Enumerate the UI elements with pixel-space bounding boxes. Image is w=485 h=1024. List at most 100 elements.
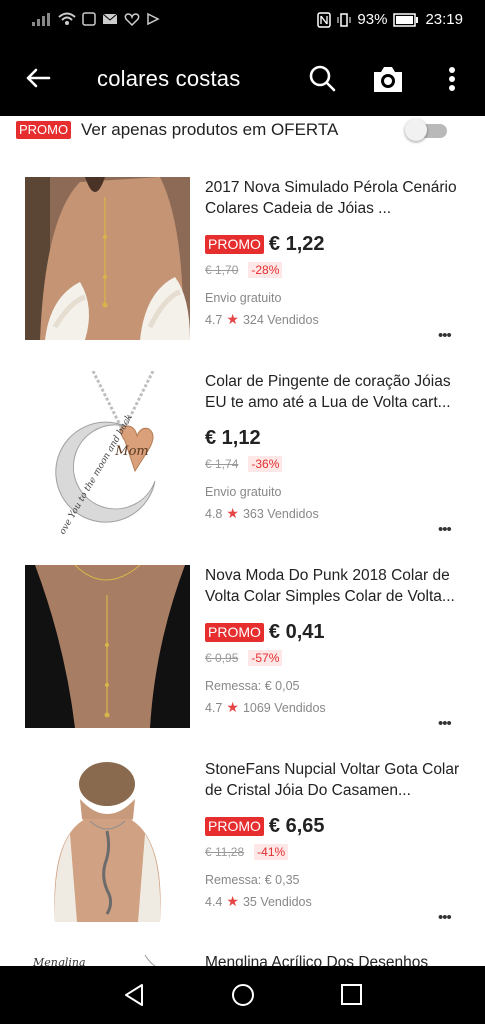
shipping-info: Remessa: € 0,05 <box>205 679 300 693</box>
original-price-row: € 1,70 -28% <box>205 261 465 279</box>
rating-row: 4.7 ★ 324 Vendidos <box>205 311 465 328</box>
product-image-text: Menglina <box>32 956 86 966</box>
wifi-icon <box>58 12 76 25</box>
discount-badge: -41% <box>254 844 289 860</box>
nav-home-button[interactable] <box>230 983 256 1012</box>
product-item[interactable]: Menglina Menglina Acrílico Dos Desenhos <box>0 953 485 966</box>
product-item[interactable]: 2017 Nova Simulado Pérola Cenário Colare… <box>0 177 485 371</box>
star-icon: ★ <box>226 311 239 327</box>
shipping-info: Remessa: € 0,35 <box>205 873 300 887</box>
rating-row: 4.7 ★ 1069 Vendidos <box>205 699 465 716</box>
circle-home-icon <box>232 984 254 1006</box>
price-row: PROMO € 6,65 <box>205 814 465 838</box>
status-icons-right: 93% 23:19 <box>317 11 463 28</box>
product-image[interactable] <box>25 177 190 340</box>
status-bar: 93% 23:19 <box>0 0 485 40</box>
mail-icon <box>102 13 118 24</box>
product-price: € 1,12 <box>205 426 261 449</box>
product-more-button[interactable]: ••• <box>438 909 458 926</box>
price-row: PROMO € 0,41 <box>205 620 465 644</box>
star-icon: ★ <box>226 505 239 521</box>
notification-app-icon <box>82 12 96 26</box>
product-name[interactable]: Menglina Acrílico Dos Desenhos <box>205 953 465 966</box>
promo-badge: PROMO <box>205 234 264 254</box>
nfc-icon <box>317 11 332 28</box>
product-more-button[interactable]: ••• <box>438 521 458 538</box>
sold-count: 363 Vendidos <box>242 506 319 521</box>
promo-badge: PROMO <box>16 121 72 139</box>
original-price: € 1,74 <box>205 457 239 471</box>
nav-recents-button[interactable] <box>339 983 365 1012</box>
shipping-info: Envio gratuito <box>205 291 282 305</box>
arrow-left-icon <box>26 68 51 88</box>
product-price: € 0,41 <box>268 620 325 643</box>
battery-percent: 93% <box>357 11 388 28</box>
promo-filter-row: PROMO Ver apenas produtos em OFERTA <box>0 116 485 146</box>
product-image[interactable] <box>25 759 190 922</box>
product-info: StoneFans Nupcial Voltar Gota Colar de C… <box>205 759 465 910</box>
app-bar: colares costas <box>0 40 485 116</box>
vibrate-icon <box>337 12 351 27</box>
promo-badge: PROMO <box>205 622 264 642</box>
product-item[interactable]: StoneFans Nupcial Voltar Gota Colar de C… <box>0 759 485 953</box>
product-item[interactable]: Mom I Love You to the moon and back Cola… <box>0 371 485 565</box>
rating-value: 4.7 <box>205 700 223 715</box>
original-price-row: € 1,74 -36% <box>205 455 465 473</box>
battery-icon <box>393 12 419 27</box>
product-image[interactable]: Menglina <box>25 953 190 966</box>
camera-search-button[interactable] <box>370 62 406 96</box>
heart-icon <box>124 13 140 26</box>
price-row: PROMO € 1,22 <box>205 232 465 256</box>
sold-count: 324 Vendidos <box>242 312 319 327</box>
square-recents-icon <box>341 984 362 1005</box>
system-navigation-bar <box>0 966 485 1024</box>
search-button[interactable] <box>306 62 340 96</box>
product-more-button[interactable]: ••• <box>438 327 458 344</box>
back-button[interactable] <box>22 62 54 94</box>
discount-badge: -57% <box>248 650 283 666</box>
toggle-knob <box>405 119 427 141</box>
rating-value: 4.7 <box>205 312 223 327</box>
product-info: Menglina Acrílico Dos Desenhos <box>205 953 465 966</box>
star-icon: ★ <box>226 893 239 909</box>
pendant-heart-text: Mom <box>114 444 148 459</box>
rating-row: 4.4 ★ 35 Vendidos <box>205 893 465 910</box>
product-more-button[interactable]: ••• <box>438 715 458 732</box>
product-price: € 6,65 <box>268 814 325 837</box>
star-icon: ★ <box>226 699 239 715</box>
product-image[interactable] <box>25 565 190 728</box>
original-price: € 11,28 <box>205 845 245 859</box>
sold-count: 35 Vendidos <box>242 894 312 909</box>
clock: 23:19 <box>425 11 463 28</box>
shipping-info: Envio gratuito <box>205 485 282 499</box>
product-info: Nova Moda Do Punk 2018 Colar de Volta Co… <box>205 565 465 716</box>
promo-badge: PROMO <box>205 816 264 836</box>
product-image[interactable]: Mom I Love You to the moon and back <box>25 371 190 534</box>
original-price-row: € 0,95 -57% <box>205 649 465 667</box>
price-row: € 1,12 <box>205 426 465 450</box>
discount-badge: -28% <box>248 262 283 278</box>
product-info: Colar de Pingente de coração Jóias EU te… <box>205 371 465 522</box>
promo-filter-toggle[interactable] <box>405 119 449 141</box>
nav-back-button[interactable] <box>122 983 148 1012</box>
camera-icon <box>374 67 402 92</box>
product-price: € 1,22 <box>268 232 325 255</box>
rating-value: 4.8 <box>205 506 223 521</box>
triangle-back-icon <box>125 984 143 1006</box>
more-vertical-icon <box>449 67 455 91</box>
app-notification-icon <box>147 12 160 26</box>
original-price-row: € 11,28 -41% <box>205 843 465 861</box>
original-price: € 0,95 <box>205 651 239 665</box>
more-options-button[interactable] <box>440 62 464 96</box>
product-name[interactable]: 2017 Nova Simulado Pérola Cenário Colare… <box>205 177 465 219</box>
product-name[interactable]: StoneFans Nupcial Voltar Gota Colar de C… <box>205 759 465 801</box>
product-info: 2017 Nova Simulado Pérola Cenário Colare… <box>205 177 465 328</box>
search-icon <box>309 65 336 92</box>
search-query-title[interactable]: colares costas <box>97 66 240 92</box>
discount-badge: -36% <box>248 456 283 472</box>
status-icons-left <box>32 12 160 26</box>
sold-count: 1069 Vendidos <box>242 700 326 715</box>
product-name[interactable]: Nova Moda Do Punk 2018 Colar de Volta Co… <box>205 565 465 607</box>
product-item[interactable]: Nova Moda Do Punk 2018 Colar de Volta Co… <box>0 565 485 759</box>
product-name[interactable]: Colar de Pingente de coração Jóias EU te… <box>205 371 465 413</box>
